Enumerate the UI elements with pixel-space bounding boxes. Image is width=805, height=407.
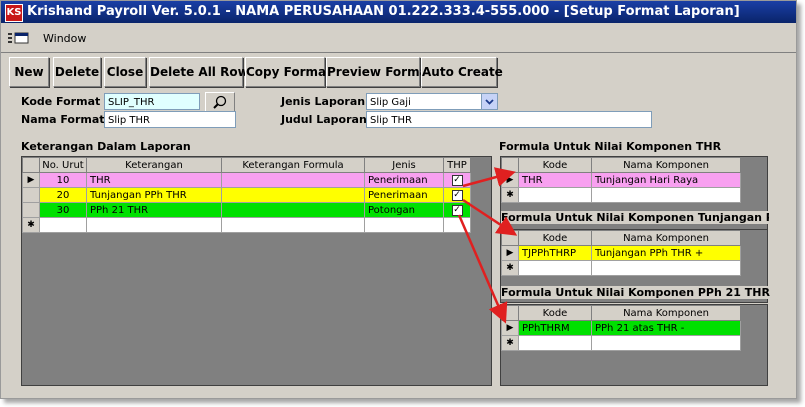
annotation-arrow-tjpph (462, 198, 518, 236)
annotation-arrow-thr (462, 167, 516, 188)
app-window: KS Krishand Payroll Ver. 5.0.1 - NAMA PE… (0, 0, 797, 399)
annotation-arrows (457, 167, 518, 324)
annotation-arrow-pph21 (457, 214, 508, 324)
